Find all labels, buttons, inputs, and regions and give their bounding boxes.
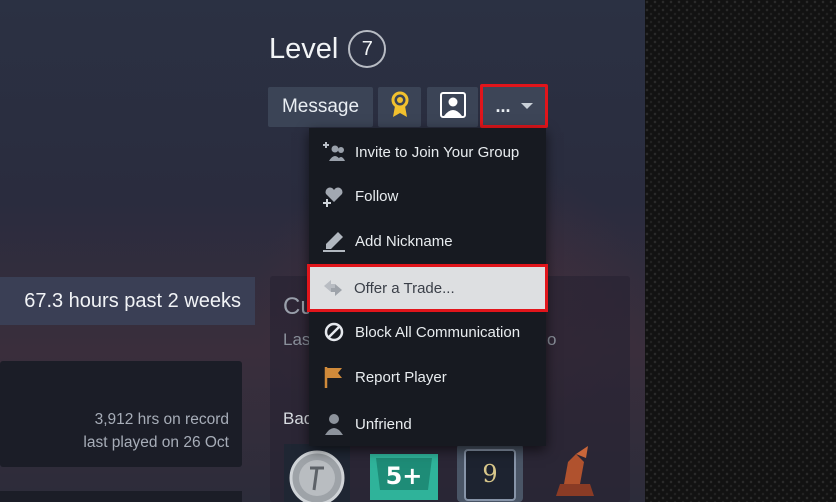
textured-side-background bbox=[645, 0, 836, 502]
menu-item-report-player[interactable]: Report Player bbox=[309, 355, 546, 399]
recent-hours-summary: 67.3 hours past 2 weeks bbox=[0, 277, 255, 325]
menu-item-unfriend[interactable]: Unfriend bbox=[309, 402, 546, 446]
chevron-down-icon bbox=[520, 103, 533, 109]
more-actions-dropdown: Invite to Join Your Group Follow Add Nic… bbox=[307, 128, 548, 446]
pencil-icon bbox=[323, 230, 345, 252]
badge-level-9[interactable]: 9 bbox=[457, 444, 523, 502]
group-invite-icon bbox=[323, 141, 345, 163]
menu-item-invite-to-group[interactable]: Invite to Join Your Group bbox=[309, 130, 546, 174]
recent-game-card[interactable]: 3,912 hrs on record last played on 26 Oc… bbox=[0, 361, 242, 467]
award-icon bbox=[389, 91, 411, 124]
flag-icon bbox=[323, 366, 345, 388]
level-display: Level 7 bbox=[269, 30, 387, 68]
menu-item-label: Follow bbox=[355, 187, 399, 205]
badge-5-plus-text: 5+ bbox=[386, 462, 423, 490]
more-actions-button[interactable]: ... bbox=[480, 84, 548, 128]
level-label: Level bbox=[269, 32, 339, 65]
badge-5-plus[interactable]: 5+ bbox=[370, 444, 438, 502]
menu-item-label: Invite to Join Your Group bbox=[355, 143, 520, 161]
menu-item-label: Unfriend bbox=[355, 415, 412, 433]
heart-plus-icon bbox=[323, 185, 345, 207]
more-actions-label: ... bbox=[495, 95, 511, 116]
message-button[interactable]: Message bbox=[268, 87, 373, 127]
award-button[interactable] bbox=[378, 87, 421, 127]
view-profile-button[interactable] bbox=[427, 87, 478, 127]
profile-icon bbox=[439, 91, 466, 123]
menu-item-block-communication[interactable]: Block All Communication bbox=[309, 310, 546, 354]
menu-item-label: Report Player bbox=[355, 368, 447, 386]
trade-arrows-icon bbox=[322, 277, 344, 299]
game-last-played: last played on 26 Oct bbox=[83, 434, 229, 451]
level-badge: 7 bbox=[348, 30, 387, 68]
badge-silver-coin[interactable] bbox=[284, 444, 350, 502]
badge-bronze-trophy[interactable] bbox=[546, 444, 604, 502]
panel-subtitle: Las bbox=[283, 330, 311, 349]
menu-item-label: Offer a Trade... bbox=[354, 279, 455, 297]
menu-item-label: Block All Communication bbox=[355, 323, 521, 341]
menu-item-offer-trade[interactable]: Offer a Trade... bbox=[307, 264, 548, 312]
next-game-card[interactable] bbox=[0, 491, 242, 502]
badge-level-9-number: 9 bbox=[482, 460, 497, 488]
game-hours-on-record: 3,912 hrs on record bbox=[94, 411, 229, 428]
person-icon bbox=[323, 413, 345, 435]
panel-subtitle-tail: o bbox=[547, 330, 557, 349]
menu-item-label: Add Nickname bbox=[355, 232, 453, 250]
menu-item-follow[interactable]: Follow bbox=[309, 174, 546, 218]
menu-item-add-nickname[interactable]: Add Nickname bbox=[309, 219, 546, 263]
block-icon bbox=[323, 321, 345, 343]
